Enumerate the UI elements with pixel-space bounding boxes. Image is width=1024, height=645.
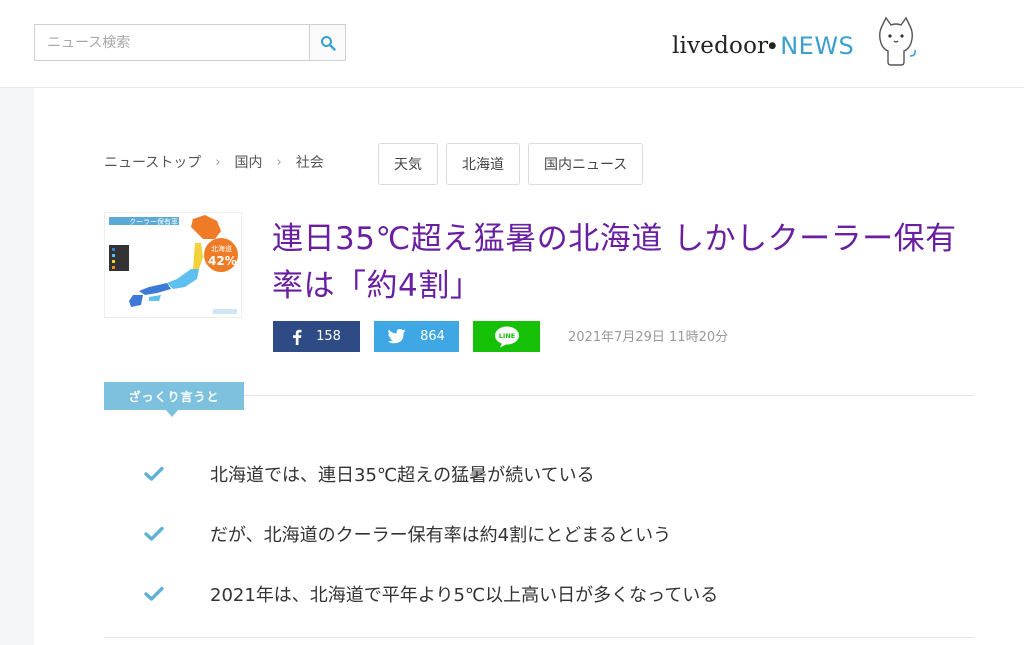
breadcrumb-item-top[interactable]: ニューストップ xyxy=(104,152,201,172)
facebook-share-button[interactable]: 158 xyxy=(273,321,360,352)
search-box xyxy=(34,24,346,61)
tag-list: 天気 北海道 国内ニュース xyxy=(378,143,644,185)
line-icon: LINE xyxy=(494,326,519,347)
article-title: 連日35℃超え猛暑の北海道 しかしクーラー保有率は「約4割」 xyxy=(272,221,957,304)
bottom-divider xyxy=(104,637,974,638)
site-header: livedoor ● NEWS xyxy=(0,0,1024,88)
check-icon xyxy=(144,586,164,601)
summary-point-text: だが、北海道のクーラー保有率は約4割にとどまるという xyxy=(210,525,672,546)
twitter-share-button[interactable]: 864 xyxy=(374,321,459,352)
summary-points: 北海道では、連日35℃超えの猛暑が続いている だが、北海道のクーラー保有率は約4… xyxy=(144,444,944,624)
article-date: 2021年7月29日 11時20分 xyxy=(568,330,729,345)
summary-point: 北海道では、連日35℃超えの猛暑が続いている xyxy=(144,444,944,504)
japan-map-image: クーラー保有率 北海道 42% xyxy=(105,213,241,317)
site-logo[interactable]: livedoor ● NEWS xyxy=(672,26,854,66)
summary-point: 2021年は、北海道で平年より5℃以上高い日が多くなっている xyxy=(144,564,944,624)
facebook-count: 158 xyxy=(316,329,341,344)
check-icon xyxy=(144,466,164,481)
thumbnail-badge-value: 42% xyxy=(208,254,237,268)
logo-dot: ● xyxy=(768,41,777,51)
thumbnail-badge-region: 北海道 xyxy=(211,244,232,253)
check-icon xyxy=(144,526,164,541)
breadcrumb-separator: › xyxy=(276,154,282,170)
logo-news: NEWS xyxy=(780,32,855,60)
breadcrumb-separator: › xyxy=(215,154,221,170)
facebook-icon xyxy=(293,329,302,345)
logo-word: livedoor xyxy=(672,33,769,59)
breadcrumb: ニューストップ › 国内 › 社会 xyxy=(104,152,324,172)
summary-point-text: 2021年は、北海道で平年より5℃以上高い日が多くなっている xyxy=(210,585,719,606)
tag-hokkaido[interactable]: 北海道 xyxy=(446,143,520,185)
breadcrumb-item-society[interactable]: 社会 xyxy=(296,152,324,172)
search-button[interactable] xyxy=(309,25,345,60)
mascot-dog-icon xyxy=(879,16,916,66)
breadcrumb-item-domestic[interactable]: 国内 xyxy=(235,152,263,172)
line-label: LINE xyxy=(498,332,514,340)
summary-label: ざっくり言うと xyxy=(104,382,244,417)
line-share-button[interactable]: LINE xyxy=(473,321,540,352)
twitter-count: 864 xyxy=(420,329,445,344)
twitter-bird-icon xyxy=(388,329,406,344)
article-card: ニューストップ › 国内 › 社会 天気 北海道 国内ニュース クーラー保有率 … xyxy=(34,88,1024,645)
search-icon xyxy=(320,35,336,51)
thumbnail-header: クーラー保有率 xyxy=(129,217,178,226)
search-input[interactable] xyxy=(35,25,309,60)
article-thumbnail[interactable]: クーラー保有率 北海道 42% xyxy=(104,212,242,318)
tag-weather[interactable]: 天気 xyxy=(378,143,438,185)
summary-point: だが、北海道のクーラー保有率は約4割にとどまるという xyxy=(144,504,944,564)
tag-domestic-news[interactable]: 国内ニュース xyxy=(528,143,644,185)
summary-point-text: 北海道では、連日35℃超えの猛暑が続いている xyxy=(210,465,595,486)
